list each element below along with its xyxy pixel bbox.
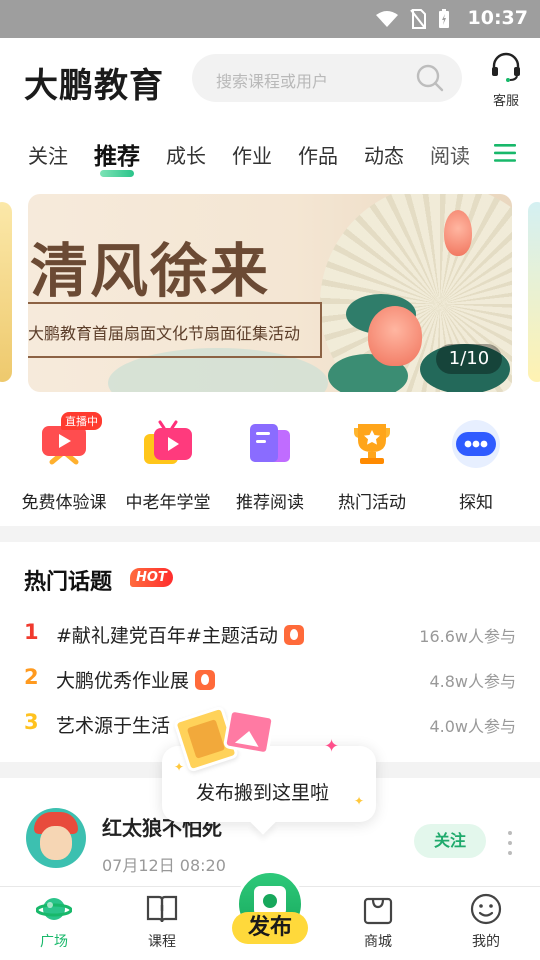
tab-label: 课程 [148, 934, 176, 950]
banner-lotus-bud-decor [444, 210, 472, 256]
quick-links: 直播中 免费体验课 中老年学堂 推荐阅读 热门活动 探知 [0, 398, 540, 526]
wifi-icon [376, 11, 398, 27]
avatar-face-decor [40, 826, 72, 860]
avatar[interactable] [26, 808, 86, 868]
fire-icon [283, 625, 304, 645]
sparkle-icon: ✦ [174, 760, 185, 774]
quick-link-explore[interactable]: 探知 [424, 418, 528, 513]
menu-icon[interactable] [494, 144, 516, 162]
sparkle-icon: ✦ [354, 794, 365, 808]
banner-prev-peek[interactable] [0, 202, 12, 382]
banner-subtitle: 大鹏教育首届扇面文化节扇面征集活动 [28, 324, 301, 343]
topic-title-text: #献礼建党百年#主题活动 [56, 625, 278, 647]
topic-rank: 1 [24, 620, 39, 644]
headset-icon [492, 52, 520, 82]
tab-follow[interactable]: 关注 [28, 140, 68, 169]
planet-icon [35, 898, 73, 920]
tab-mall[interactable]: 商城 [338, 893, 418, 951]
category-tabs: 关注 推荐 成长 作业 作品 动态 阅读 [0, 120, 540, 186]
topic-participants: 4.0w人参与 [429, 717, 516, 736]
search-placeholder: 搜索课程或用户 [216, 72, 329, 91]
follow-button[interactable]: 关注 [414, 824, 486, 858]
header: 大鹏教育 搜索课程或用户 客服 [0, 38, 540, 120]
search-input[interactable]: 搜索课程或用户 [192, 54, 462, 102]
banner-carousel: 清风徐来 大鹏教育首届扇面文化节扇面征集活动 1/10 [0, 186, 540, 398]
tab-label: 我的 [472, 934, 500, 950]
tab-label: 广场 [40, 934, 68, 950]
topic-title-text: 艺术源于生活 [56, 715, 171, 737]
publish-button[interactable]: 发布 [232, 870, 308, 954]
tab-profile[interactable]: 我的 [446, 893, 526, 951]
tab-label: 商城 [364, 934, 392, 950]
quick-link-label: 推荐阅读 [236, 493, 304, 513]
customer-service-button[interactable]: 客服 [486, 52, 526, 109]
tv-play-icon [142, 418, 194, 470]
trophy-icon [346, 418, 398, 470]
photo-icon [222, 708, 276, 756]
service-label: 客服 [492, 94, 519, 109]
tab-dynamics[interactable]: 动态 [364, 140, 404, 169]
banner-title: 清风徐来 [30, 237, 271, 305]
clock: 10:37 [467, 7, 528, 29]
tooltip-text: 发布搬到这里啦 [196, 782, 330, 804]
quick-link-hot-events[interactable]: 热门活动 [320, 418, 424, 513]
smiley-face-icon [470, 893, 502, 925]
publish-label: 发布 [232, 912, 308, 944]
status-icons [376, 9, 450, 29]
brand-title: 大鹏教育 [24, 66, 164, 106]
topic-participants: 16.6w人参与 [419, 627, 516, 646]
tab-recommend[interactable]: 推荐 [94, 137, 140, 177]
topic-participants: 4.8w人参与 [429, 672, 516, 691]
topic-title: 艺术源于生活 [56, 711, 170, 738]
quick-link-label: 中老年学堂 [125, 493, 211, 513]
tab-plaza[interactable]: 广场 [14, 893, 94, 951]
quick-link-label: 热门活动 [338, 493, 406, 513]
fire-icon [195, 670, 216, 690]
quick-link-recommended-reading[interactable]: 推荐阅读 [218, 418, 322, 513]
tab-reading[interactable]: 阅读 [430, 140, 470, 169]
more-options-icon[interactable] [504, 828, 516, 856]
hot-badge: HOT [130, 568, 173, 587]
topic-title: 大鹏优秀作业展 [56, 666, 216, 693]
search-icon[interactable] [416, 64, 444, 92]
status-bar: 10:37 [0, 0, 540, 38]
quick-link-label: 探知 [459, 493, 493, 513]
banner-slide[interactable]: 清风徐来 大鹏教育首届扇面文化节扇面征集活动 1/10 [28, 194, 512, 392]
topic-rank: 2 [24, 665, 39, 689]
banner-lotus-decor [368, 306, 422, 366]
banner-next-peek[interactable] [528, 202, 540, 382]
topic-title-text: 大鹏优秀作业展 [56, 670, 190, 692]
tab-growth[interactable]: 成长 [166, 140, 206, 169]
post-date: 07月12日 08:20 [102, 856, 226, 875]
no-sim-icon [410, 9, 426, 29]
dots-bubble-icon [450, 418, 502, 470]
topic-row[interactable]: 1 #献礼建党百年#主题活动 16.6w人参与 [24, 618, 516, 648]
book-icon [244, 418, 296, 470]
topic-title: #献礼建党百年#主题活动 [56, 621, 304, 648]
quick-link-free-trial[interactable]: 直播中 免费体验课 [12, 412, 116, 513]
banner-page-counter: 1/10 [436, 344, 502, 374]
tab-works[interactable]: 作品 [298, 140, 338, 169]
topic-rank: 3 [24, 710, 39, 734]
topic-row[interactable]: 2 大鹏优秀作业展 4.8w人参与 [24, 663, 516, 693]
quick-link-label: 免费体验课 [21, 493, 107, 513]
battery-icon [439, 9, 449, 28]
sparkle-icon: ✦ [324, 736, 340, 757]
tab-courses[interactable]: 课程 [122, 893, 202, 951]
live-badge: 直播中 [61, 412, 102, 430]
quick-link-senior-school[interactable]: 中老年学堂 [116, 418, 220, 513]
hot-topics-title: 热门话题 [24, 570, 113, 595]
tv-play-icon: 直播中 [38, 412, 102, 470]
shopping-bag-icon [363, 897, 393, 925]
tab-homework[interactable]: 作业 [232, 140, 272, 169]
open-book-icon [146, 895, 178, 923]
